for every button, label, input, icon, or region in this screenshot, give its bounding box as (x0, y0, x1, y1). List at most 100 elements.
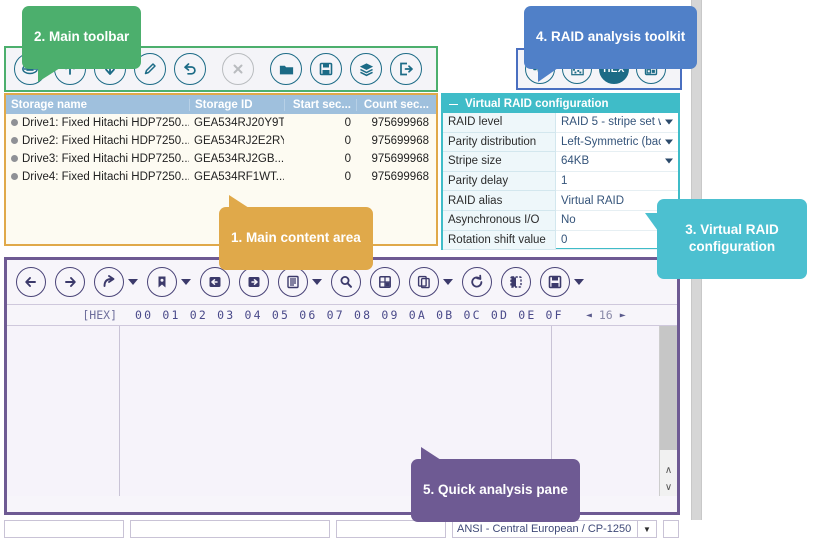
next-arrow-icon[interactable]: ► (620, 310, 626, 321)
parity-delay-value[interactable]: 1 (556, 172, 678, 192)
storage-id-cell: GEA534RF1WT... (194, 171, 284, 183)
callout-tail (538, 67, 558, 82)
storage-name-text: Drive4: Fixed Hitachi HDP7250... (22, 171, 189, 183)
status-field-selection[interactable] (130, 520, 330, 538)
forward-arrow-icon[interactable] (55, 267, 85, 297)
copy-icon[interactable] (409, 267, 439, 297)
callout-raid-config: 3. Virtual RAID configuration (645, 199, 807, 279)
hex-vertical-scrollbar[interactable]: ∧ ∨ (659, 326, 677, 496)
next-block-icon[interactable] (239, 267, 269, 297)
column-header-count-sectors[interactable]: Count sec... (356, 98, 434, 111)
raid-level-row: RAID level RAID 5 - stripe set with pari… (443, 113, 678, 133)
chevron-down-icon[interactable] (312, 279, 322, 285)
raid-alias-row: RAID alias Virtual RAID (443, 191, 678, 211)
status-field-info[interactable] (336, 520, 446, 538)
storage-name-cell: Drive1: Fixed Hitachi HDP7250... (6, 117, 189, 129)
scroll-down-icon[interactable]: ∨ (660, 479, 677, 496)
parity-distribution-row: Parity distribution Left-Symmetric (back… (443, 132, 678, 153)
status-bar: ANSI - Central European / CP-1250 ▼ (4, 517, 680, 541)
collapse-minus-icon[interactable] (449, 100, 458, 109)
scrollbar-thumb[interactable] (660, 326, 677, 450)
hex-offset-column (7, 326, 120, 496)
hex-column-header: [HEX] 00 01 02 03 04 05 06 07 08 09 0A 0… (7, 305, 677, 326)
chevron-down-icon[interactable] (665, 158, 673, 164)
callout-main-toolbar-label: 2. Main toolbar (34, 28, 130, 44)
rotation-shift-row: Rotation shift value 0 (443, 230, 678, 251)
hex-radix-label[interactable]: [HEX] (7, 308, 117, 322)
save-icon[interactable] (540, 267, 570, 297)
start-sector-cell: 0 (344, 153, 351, 165)
raid-config-header[interactable]: Virtual RAID configuration (443, 95, 678, 113)
count-sectors-cell: 975699968 (371, 153, 429, 165)
export-icon[interactable] (390, 53, 422, 85)
remove-x-icon[interactable] (222, 53, 254, 85)
column-header-storage-name[interactable]: Storage name (6, 99, 189, 111)
table-row[interactable]: Drive3: Fixed Hitachi HDP7250... GEA534R… (6, 150, 436, 168)
status-field-offset[interactable] (4, 520, 124, 538)
asynchronous-io-value-text: No (561, 214, 576, 227)
callout-main-content-label: 1. Main content area (231, 229, 361, 245)
raid-level-value-text: RAID 5 - stripe set with parity (561, 116, 661, 129)
status-dot-icon (11, 119, 18, 127)
table-row[interactable]: Drive4: Fixed Hitachi HDP7250... GEA534R… (6, 168, 436, 186)
raid-level-value[interactable]: RAID 5 - stripe set with parity (556, 113, 678, 133)
storage-id-cell: GEA534RJ20Y9TA (194, 117, 284, 129)
table-row[interactable]: Drive1: Fixed Hitachi HDP7250... GEA534R… (6, 114, 436, 132)
storage-name-text: Drive1: Fixed Hitachi HDP7250... (22, 117, 189, 129)
parity-distribution-value-text: Left-Symmetric (backward dynamic) (561, 135, 661, 148)
goto-offset-icon[interactable] (94, 267, 124, 297)
raid-level-label: RAID level (443, 113, 556, 133)
parity-delay-label: Parity delay (443, 171, 556, 192)
stripe-size-row: Stripe size 64KB (443, 152, 678, 172)
chevron-down-icon[interactable] (443, 279, 453, 285)
start-sector-cell: 0 (344, 117, 351, 129)
parity-delay-value-text: 1 (561, 175, 568, 188)
callout-main-content: 1. Main content area (219, 195, 373, 270)
undo-icon[interactable] (174, 53, 206, 85)
refresh-icon[interactable] (462, 267, 492, 297)
bytes-per-row-pager: ◄ 16 ► (586, 308, 626, 322)
scroll-up-icon[interactable]: ∧ (660, 462, 677, 479)
storage-name-cell: Drive2: Fixed Hitachi HDP7250... (6, 135, 189, 147)
encoding-value: ANSI - Central European / CP-1250 (457, 523, 632, 535)
storage-grid-body: Drive1: Fixed Hitachi HDP7250... GEA534R… (6, 114, 436, 186)
back-arrow-icon[interactable] (16, 267, 46, 297)
table-row[interactable]: Drive2: Fixed Hitachi HDP7250... GEA534R… (6, 132, 436, 150)
hex-column-offsets: 00 01 02 03 04 05 06 07 08 09 0A 0B 0C 0… (135, 308, 564, 322)
chevron-down-icon[interactable] (665, 119, 673, 125)
callout-raid-toolkit: 4. RAID analysis toolkit (524, 6, 698, 82)
chevron-down-icon[interactable] (128, 279, 138, 285)
callout-main-toolbar: 2. Main toolbar (22, 6, 142, 82)
start-sector-cell: 0 (344, 171, 351, 183)
open-folder-icon[interactable] (270, 53, 302, 85)
storage-name-cell: Drive4: Fixed Hitachi HDP7250... (6, 171, 189, 183)
asynchronous-io-label: Asynchronous I/O (443, 210, 556, 231)
layers-icon[interactable] (350, 53, 382, 85)
prev-arrow-icon[interactable]: ◄ (586, 310, 592, 321)
chevron-down-icon[interactable] (181, 279, 191, 285)
parity-distribution-value[interactable]: Left-Symmetric (backward dynamic) (556, 133, 678, 153)
parity-delay-row: Parity delay 1 (443, 171, 678, 192)
save-disk-icon[interactable] (310, 53, 342, 85)
parity-distribution-label: Parity distribution (443, 132, 556, 153)
chevron-down-icon[interactable]: ▼ (637, 521, 656, 537)
count-sectors-cell: 975699968 (371, 135, 429, 147)
scrollbar-track[interactable] (660, 450, 677, 462)
grid-view-icon[interactable] (370, 267, 400, 297)
chevron-down-icon[interactable] (665, 139, 673, 145)
chevron-down-icon[interactable] (574, 279, 584, 285)
list-view-icon[interactable] (278, 267, 308, 297)
encoding-select[interactable]: ANSI - Central European / CP-1250 ▼ (452, 520, 657, 538)
stripe-size-value[interactable]: 64KB (556, 152, 678, 172)
column-header-storage-id[interactable]: Storage ID (189, 98, 284, 111)
stripe-size-label: Stripe size (443, 152, 556, 172)
bookmark-icon[interactable] (147, 267, 177, 297)
split-view-icon[interactable] (501, 267, 531, 297)
prev-block-icon[interactable] (200, 267, 230, 297)
search-icon[interactable] (331, 267, 361, 297)
asynchronous-io-row: Asynchronous I/O No (443, 210, 678, 231)
status-field-extra[interactable] (663, 520, 679, 538)
column-header-start-sector[interactable]: Start sec... (284, 98, 356, 111)
storage-name-text: Drive2: Fixed Hitachi HDP7250... (22, 135, 189, 147)
storage-id-cell: GEA534RJ2GB... (194, 153, 284, 165)
